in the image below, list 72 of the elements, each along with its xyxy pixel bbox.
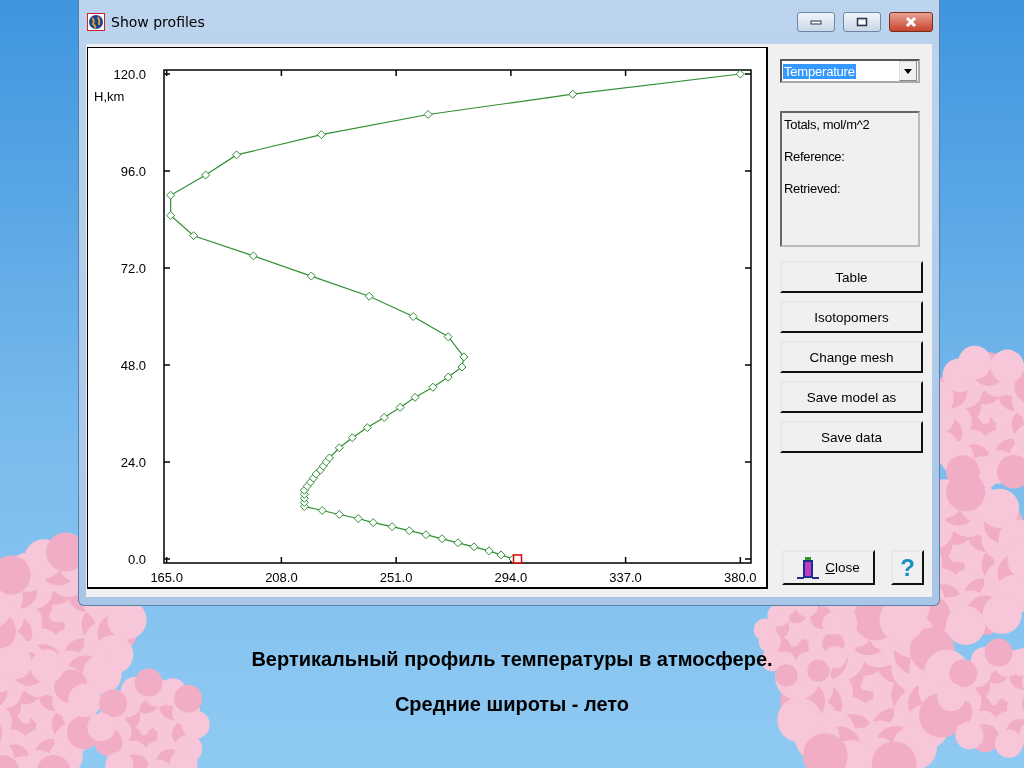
data-point bbox=[443, 372, 453, 382]
window-title: Show profiles bbox=[111, 14, 206, 30]
totals-label: Retrieved: bbox=[784, 181, 842, 196]
data-point bbox=[408, 312, 418, 321]
data-point bbox=[166, 190, 176, 200]
y-tick-label: 120.0 bbox=[113, 67, 146, 83]
data-point bbox=[443, 332, 453, 342]
data-point bbox=[453, 538, 463, 548]
close-button[interactable]: Close bbox=[782, 550, 875, 585]
data-point bbox=[316, 130, 326, 140]
close-icon bbox=[904, 16, 918, 28]
data-point bbox=[311, 469, 321, 479]
y-tick-label: 0.0 bbox=[127, 551, 146, 567]
y-tick-label: 96.0 bbox=[120, 164, 146, 179]
data-point bbox=[248, 251, 258, 261]
data-point bbox=[484, 546, 494, 556]
y-tick-label: 48.0 bbox=[120, 358, 146, 373]
totals-label: Reference: bbox=[784, 149, 846, 164]
action-button[interactable]: Save model as bbox=[780, 381, 923, 413]
data-point bbox=[410, 392, 420, 402]
data-point bbox=[232, 150, 242, 160]
data-point bbox=[568, 89, 578, 99]
x-tick-label: 380.0 bbox=[724, 570, 757, 585]
data-point bbox=[334, 510, 344, 519]
data-point bbox=[201, 170, 211, 180]
data-point bbox=[347, 433, 357, 443]
x-tick-label: 251.0 bbox=[379, 570, 413, 585]
data-point bbox=[428, 382, 438, 392]
data-point bbox=[469, 542, 479, 552]
maximize-button[interactable] bbox=[843, 12, 881, 32]
data-point bbox=[735, 69, 745, 79]
minimize-button[interactable] bbox=[797, 12, 835, 32]
data-point bbox=[496, 550, 506, 560]
data-point bbox=[324, 453, 334, 463]
x-tick-label: 337.0 bbox=[609, 570, 642, 585]
globe-icon bbox=[87, 13, 105, 31]
y-tick-label: 24.0 bbox=[120, 455, 146, 470]
data-point bbox=[189, 231, 199, 241]
action-button[interactable]: Save data bbox=[780, 421, 923, 453]
data-point bbox=[306, 271, 316, 281]
data-point bbox=[512, 554, 523, 564]
data-point bbox=[334, 443, 344, 453]
caption-text: Вертикальный профиль температуры в атмосфере. bbox=[251, 648, 773, 671]
x-tick-label: 294.0 bbox=[494, 570, 528, 585]
caption-text: Средние широты - лето bbox=[394, 693, 630, 716]
action-button[interactable]: Isotopomers bbox=[780, 301, 923, 333]
data-point bbox=[317, 505, 327, 515]
door-icon bbox=[797, 556, 820, 579]
data-point bbox=[379, 413, 389, 422]
close-button[interactable] bbox=[889, 12, 933, 32]
data-point bbox=[368, 518, 378, 528]
data-point bbox=[459, 352, 469, 362]
data-point bbox=[362, 423, 372, 433]
data-point bbox=[353, 514, 363, 524]
maximize-icon bbox=[856, 17, 868, 27]
data-point bbox=[364, 291, 374, 301]
action-button[interactable]: Change mesh bbox=[780, 341, 923, 373]
data-point bbox=[437, 534, 447, 544]
minimize-icon bbox=[810, 19, 822, 25]
x-tick-label: 165.0 bbox=[150, 570, 183, 585]
data-point bbox=[395, 402, 405, 412]
axis-label: H,km bbox=[94, 89, 125, 105]
x-tick-label: 208.0 bbox=[265, 570, 298, 585]
action-button[interactable]: Table bbox=[780, 261, 923, 293]
data-point bbox=[423, 109, 433, 119]
y-tick-label: 72.0 bbox=[120, 261, 146, 276]
data-point bbox=[404, 526, 414, 536]
data-point bbox=[421, 530, 431, 540]
totals-label: Totals, mol/m^2 bbox=[784, 117, 871, 132]
data-point bbox=[387, 522, 397, 532]
data-point bbox=[457, 362, 467, 372]
data-point bbox=[166, 211, 176, 220]
